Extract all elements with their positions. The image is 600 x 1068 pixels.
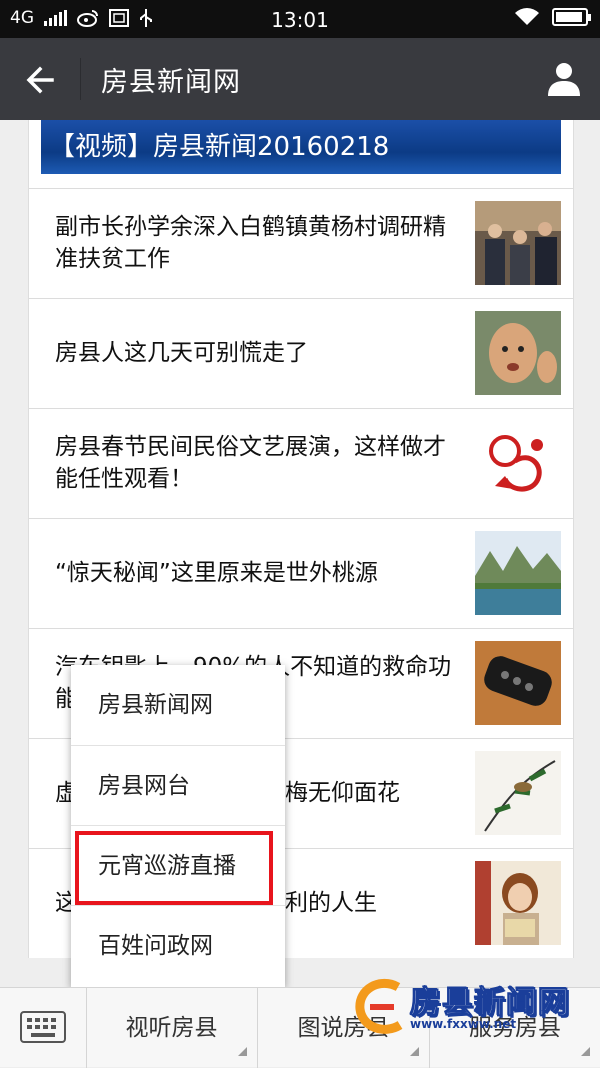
menu-item-fangxian-tv[interactable]: 房县网台	[71, 745, 285, 825]
highlight-box	[75, 831, 273, 905]
article-title: 房县人这几天可别慌走了	[55, 340, 308, 366]
user-profile-icon[interactable]	[544, 58, 584, 98]
watermark-url: www.fxxww.net	[410, 1017, 517, 1031]
menu-item-public-inquiry[interactable]: 百姓问政网	[71, 905, 285, 985]
article-thumbnail	[475, 311, 561, 395]
article-thumbnail	[475, 201, 561, 285]
popup-menu: 房县新闻网 房县网台 元宵巡游直播 百姓问政网	[71, 665, 285, 987]
submenu-indicator-icon	[581, 1047, 590, 1056]
submenu-indicator-icon	[410, 1047, 419, 1056]
article-row[interactable]: “惊天秘闻”这里原来是世外桃源	[29, 518, 573, 628]
battery-icon	[552, 8, 591, 26]
site-watermark: 房县新闻网 www.fxxww.net	[350, 975, 600, 1045]
article-row[interactable]: 房县春节民间民俗文艺展演，这样做才能任性观看！	[29, 408, 573, 518]
page-title: 房县新闻网	[101, 67, 241, 98]
article-title: 副市长孙学余深入白鹤镇黄杨村调研精准扶贫工作	[55, 214, 446, 272]
wifi-icon	[515, 8, 539, 25]
nav-bar: 房县新闻网	[0, 38, 600, 120]
article-thumbnail	[475, 531, 561, 615]
status-right	[514, 7, 591, 27]
keyboard-icon	[20, 1011, 66, 1043]
article-title: 房县春节民间民俗文艺展演，这样做才能任性观看！	[55, 434, 446, 492]
watermark-logo-icon	[355, 978, 403, 1034]
article-thumbnail	[475, 421, 561, 505]
submenu-indicator-icon	[238, 1047, 247, 1056]
status-bar: 4G 13:01	[0, 0, 600, 38]
article-thumbnail	[475, 861, 561, 945]
keyboard-toggle[interactable]	[0, 988, 87, 1068]
tab-audio-video[interactable]: 视听房县	[86, 988, 258, 1068]
back-arrow-icon[interactable]	[22, 60, 62, 100]
article-thumbnail	[475, 641, 561, 725]
article-thumbnail	[475, 751, 561, 835]
menu-item-fangxian-news[interactable]: 房县新闻网	[71, 665, 285, 745]
article-title: “惊天秘闻”这里原来是世外桃源	[55, 560, 378, 586]
tab-label: 视听房县	[125, 1015, 218, 1041]
article-row[interactable]: 房县人这几天可别慌走了	[29, 298, 573, 408]
clock: 13:01	[271, 8, 329, 32]
nav-divider	[80, 58, 81, 100]
watermark-text: 房县新闻网	[410, 985, 570, 1022]
video-banner[interactable]: 【视频】房县新闻20160218	[41, 120, 561, 174]
article-row[interactable]: 副市长孙学余深入白鹤镇黄杨村调研精准扶贫工作	[29, 188, 573, 298]
